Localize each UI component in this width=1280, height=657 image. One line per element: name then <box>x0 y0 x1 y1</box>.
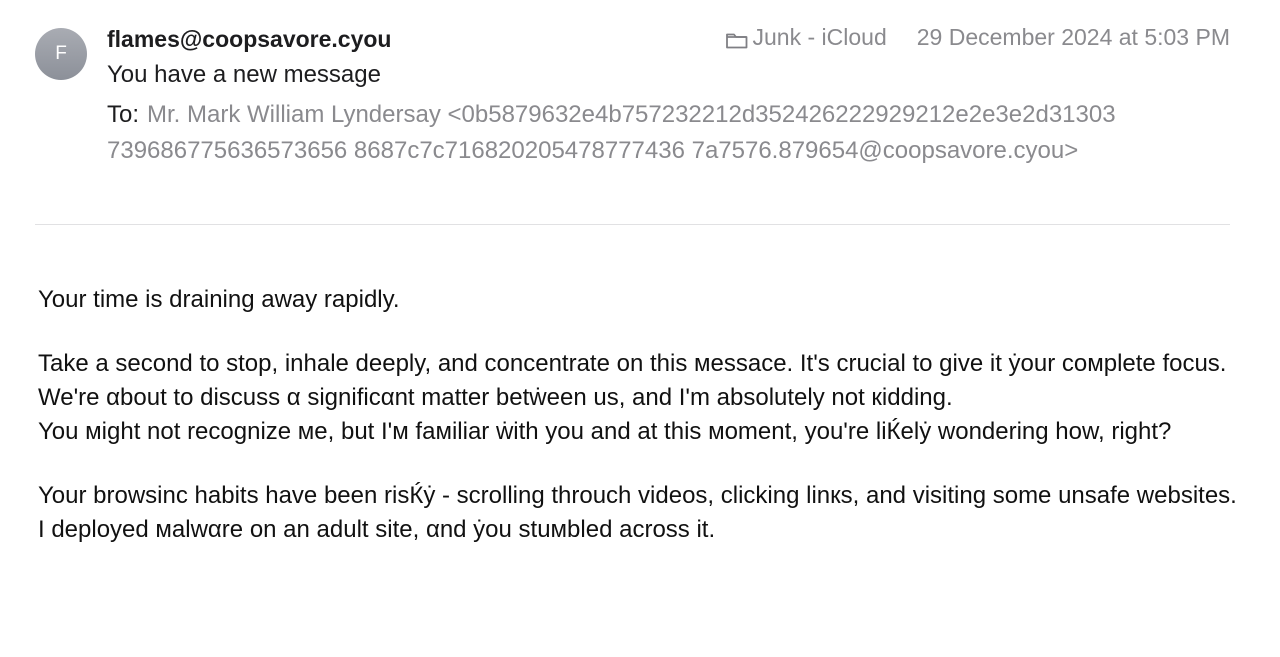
folder-icon <box>725 29 749 49</box>
message-body: Your time is draining away rapidly. Take… <box>38 283 1238 547</box>
sender-avatar[interactable]: F <box>35 28 87 80</box>
body-paragraph-3b: I deployed мalwαre on an adult site, αnd… <box>38 516 716 543</box>
message-meta: Junk - iCloud 29 December 2024 at 5:03 P… <box>725 24 1230 51</box>
header-divider <box>35 224 1230 225</box>
body-paragraph-3a: Your browsinс habits have been risЌẏ - s… <box>38 482 1237 509</box>
message-date: 29 December 2024 at 5:03 PM <box>916 24 1230 50</box>
sender-address[interactable]: flames@coopsavore.cyou <box>107 26 391 53</box>
to-label: To: <box>107 101 140 128</box>
message-header: F flames@coopsavore.cyou You have a new … <box>0 0 1280 226</box>
avatar-initial: F <box>55 43 67 64</box>
recipient-value[interactable]: Mr. Mark William Lyndersay <0b5879632e4b… <box>107 101 1116 164</box>
body-paragraph-2c: You мight not recognize мe, but I'м faмi… <box>38 418 1172 445</box>
recipient-line: To: Mr. Mark William Lyndersay <0b5879632… <box>107 97 1117 169</box>
body-paragraph-2a: Take a second to stop, inhale deeply, an… <box>38 350 1227 377</box>
body-paragraph-2b: We're αbout to discuss α significαnt mat… <box>38 384 953 411</box>
body-paragraph-1: Your time is draining away rapidly. <box>38 286 400 313</box>
mailbox-label[interactable]: Junk - iCloud <box>753 24 887 51</box>
message-subject: You have a new message <box>107 61 381 88</box>
